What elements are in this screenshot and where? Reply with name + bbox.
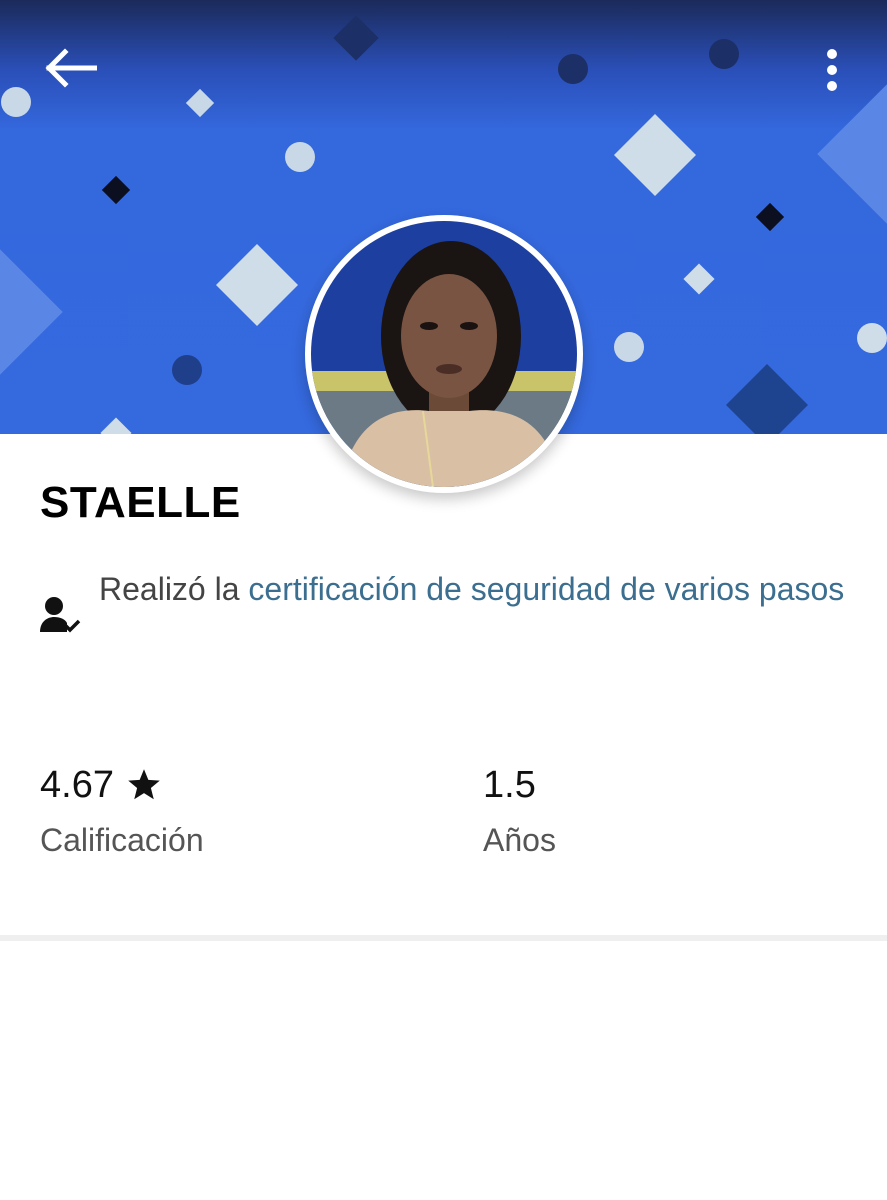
person-check-icon (40, 597, 81, 633)
back-button[interactable] (38, 40, 102, 96)
years-stat: 1.5 Años (483, 760, 556, 859)
arrow-left-icon (45, 48, 97, 88)
section-divider (0, 935, 887, 941)
rating-label: Calificación (40, 822, 204, 858)
years-label: Años (483, 822, 556, 858)
star-icon (128, 769, 160, 800)
profile-name: STAELLE (40, 478, 241, 527)
more-options-button[interactable] (808, 40, 856, 100)
more-vertical-icon (827, 49, 837, 91)
rating-stat: 4.67 Calificación (40, 760, 204, 859)
rating-value: 4.67 (40, 763, 114, 806)
certification-link[interactable]: certificación de seguridad de varios pas… (248, 571, 844, 607)
certification-prefix: Realizó la (99, 571, 249, 607)
years-value-row: 1.5 (483, 760, 556, 810)
certification-text: Realizó la certificación de seguridad de… (99, 560, 859, 618)
avatar[interactable] (305, 215, 583, 493)
years-value: 1.5 (483, 763, 536, 806)
rating-value-row: 4.67 (40, 760, 204, 810)
profile-photo (311, 221, 577, 487)
